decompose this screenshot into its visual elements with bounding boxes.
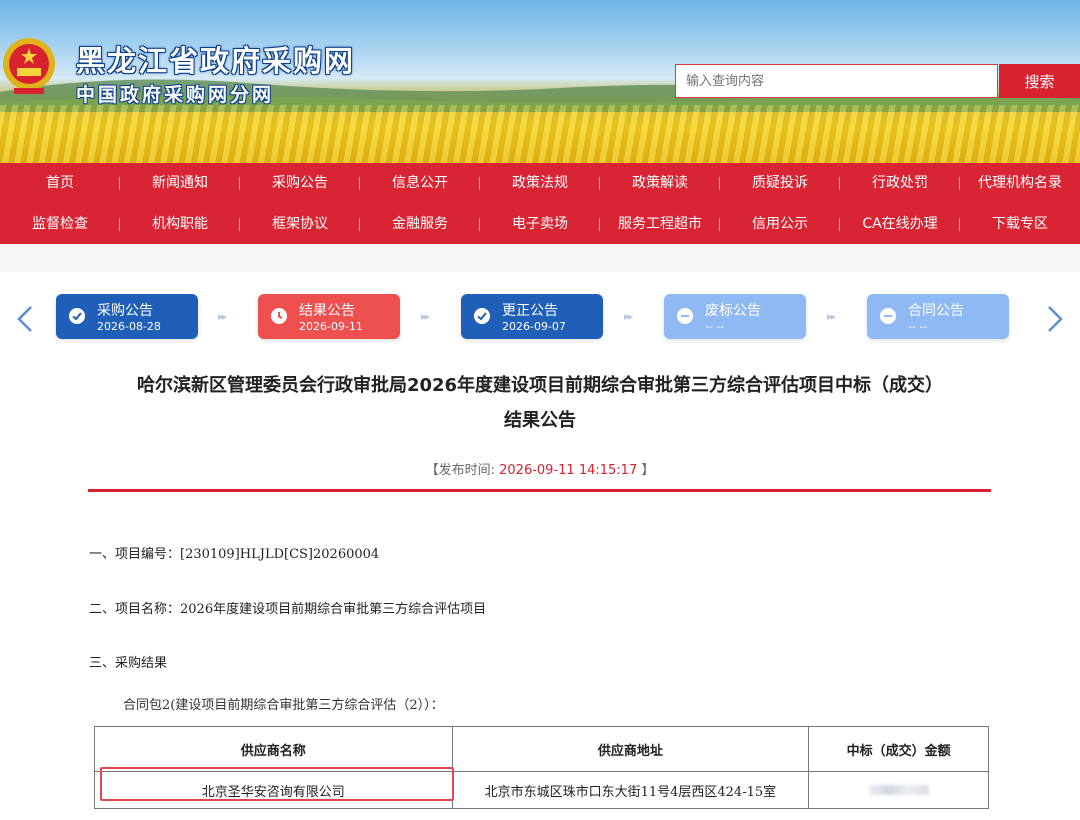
wheat-field (0, 105, 1080, 163)
nav-item-policy-regulation[interactable]: 政策法规 (480, 163, 600, 203)
search-button[interactable]: 搜索 (999, 64, 1080, 98)
step-date: -- -- (908, 320, 928, 333)
step-separator: ▸▸ (827, 310, 836, 323)
nav-item-framework[interactable]: 框架协议 (240, 204, 360, 244)
check-icon (474, 308, 490, 324)
article-title-line-1: 哈尔滨新区管理委员会行政审批局2026年度建设项目前期综合审批第三方综合评估项目… (136, 375, 944, 396)
publish-time-label: 【发布时间: (425, 463, 500, 478)
redacted-amount (868, 785, 929, 795)
search-input[interactable] (675, 64, 998, 98)
step-result-notice[interactable]: 结果公告 2026-09-11 (258, 294, 400, 339)
publish-time-end: 】 (637, 463, 655, 478)
table-header-row: 供应商名称 供应商地址 中标（成交）金额 (94, 726, 989, 772)
step-label: 合同公告 (908, 303, 964, 319)
step-separator: ▸▸ (421, 310, 430, 323)
step-cancel-notice[interactable]: 废标公告 -- -- (664, 294, 806, 339)
step-label: 结果公告 (299, 303, 355, 319)
step-date: 2026-08-28 (97, 320, 161, 333)
nav-item-procurement-notice[interactable]: 采购公告 (240, 163, 360, 203)
chevron-left-icon[interactable] (14, 305, 36, 333)
nav-item-policy-interpretation[interactable]: 政策解读 (600, 163, 720, 203)
clock-icon (271, 308, 287, 324)
header-bid-amount: 中标（成交）金额 (808, 726, 989, 772)
check-icon (69, 308, 85, 324)
nav-row-1: 首页 新闻通知 采购公告 信息公开 政策法规 政策解读 质疑投诉 行政处罚 代理… (0, 163, 1080, 203)
minus-icon (880, 308, 896, 324)
cell-supplier-address: 北京市东城区珠市口东大街11号4层西区424-15室 (451, 771, 810, 809)
header-supplier-address: 供应商地址 (451, 726, 810, 772)
site-subtitle: 中国政府采购网分网 (76, 84, 275, 106)
nav-item-home[interactable]: 首页 (0, 163, 120, 203)
result-table: 供应商名称 供应商地址 中标（成交）金额 北京圣华安咨询有限公司 北京市东城区珠… (94, 726, 989, 809)
cell-supplier-name: 北京圣华安咨询有限公司 (94, 771, 453, 809)
step-label: 废标公告 (705, 303, 761, 319)
publish-time: 【发布时间: 2026-09-11 14:15:17 】 (0, 459, 1080, 478)
step-separator: ▸▸ (624, 310, 633, 323)
contract-package-label: 合同包2(建设项目前期综合审批第三方综合评估（2））： (123, 698, 444, 713)
project-number: 一、项目编号：[230109]HLJLD[CS]20260004 (89, 547, 380, 562)
gap-band (0, 244, 1080, 272)
minus-icon (677, 308, 693, 324)
nav-item-credit[interactable]: 信用公示 (720, 204, 840, 244)
nav-item-ca-online[interactable]: CA在线办理 (840, 204, 960, 244)
site-title: 黑龙江省政府采购网 (76, 44, 356, 78)
step-procurement-notice[interactable]: 采购公告 2026-08-28 (56, 294, 198, 339)
nav-item-agency-list[interactable]: 代理机构名录 (960, 163, 1080, 203)
project-name: 二、项目名称：2026年度建设项目前期综合审批第三方综合评估项目 (89, 602, 487, 617)
national-emblem-icon (3, 38, 55, 94)
step-correction-notice[interactable]: 更正公告 2026-09-07 (461, 294, 603, 339)
step-date: -- -- (705, 320, 725, 333)
article-title-line-2: 结果公告 (504, 410, 576, 431)
cell-bid-amount-redacted (808, 771, 989, 809)
step-date: 2026-09-07 (502, 320, 566, 333)
header-banner: 黑龙江省政府采购网 中国政府采购网分网 搜索 (0, 0, 1080, 163)
nav-item-news[interactable]: 新闻通知 (120, 163, 240, 203)
header-supplier-name: 供应商名称 (94, 726, 453, 772)
title-divider (88, 489, 991, 492)
procurement-result-heading: 三、采购结果 (89, 656, 168, 671)
nav-row-2: 监督检查 机构职能 框架协议 金融服务 电子卖场 服务工程超市 信用公示 CA在… (0, 204, 1080, 244)
nav-item-supervision[interactable]: 监督检查 (0, 204, 120, 244)
table-row: 北京圣华安咨询有限公司 北京市东城区珠市口东大街11号4层西区424-15室 (94, 771, 989, 809)
step-label: 更正公告 (502, 303, 558, 319)
step-label: 采购公告 (97, 303, 153, 319)
nav-item-service-market[interactable]: 服务工程超市 (600, 204, 720, 244)
nav-item-penalties[interactable]: 行政处罚 (840, 163, 960, 203)
publish-time-value: 2026-09-11 14:15:17 (499, 463, 638, 478)
nav-item-emall[interactable]: 电子卖场 (480, 204, 600, 244)
nav-item-downloads[interactable]: 下载专区 (960, 204, 1080, 244)
nav-item-finance[interactable]: 金融服务 (360, 204, 480, 244)
chevron-right-icon[interactable] (1044, 305, 1066, 333)
nav-item-complaints[interactable]: 质疑投诉 (720, 163, 840, 203)
step-separator: ▸▸ (218, 310, 227, 323)
step-contract-notice[interactable]: 合同公告 -- -- (867, 294, 1009, 339)
main-nav: 首页 新闻通知 采购公告 信息公开 政策法规 政策解读 质疑投诉 行政处罚 代理… (0, 163, 1080, 244)
step-date: 2026-09-11 (299, 320, 363, 333)
nav-item-info-disclosure[interactable]: 信息公开 (360, 163, 480, 203)
nav-item-functions[interactable]: 机构职能 (120, 204, 240, 244)
